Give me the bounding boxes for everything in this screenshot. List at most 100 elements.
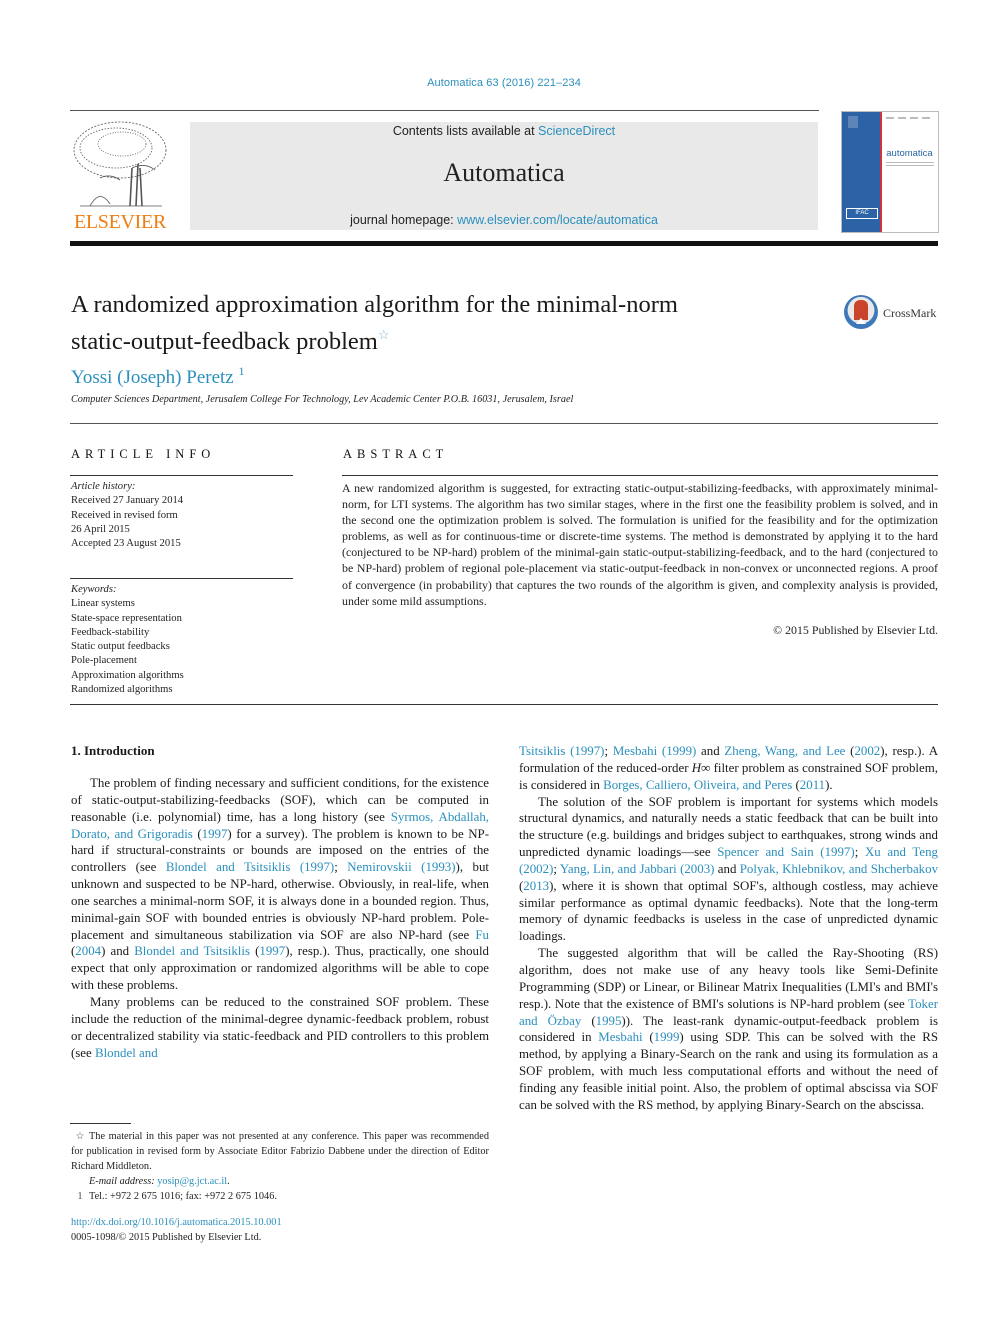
email-link[interactable]: yosip@g.jct.ac.il bbox=[157, 1176, 227, 1187]
tree-icon bbox=[73, 121, 167, 207]
text-run: ( bbox=[581, 1013, 596, 1028]
citation-link[interactable]: Mesbahi (1999) bbox=[613, 744, 697, 758]
footnote-1-mark: 1 bbox=[77, 1191, 83, 1202]
paragraph: The solution of the SOF problem is impor… bbox=[519, 794, 938, 946]
citation-link[interactable]: 2011 bbox=[800, 778, 825, 792]
author-footnote-mark[interactable]: 1 bbox=[238, 364, 244, 378]
history-item: Accepted 23 August 2015 bbox=[71, 538, 181, 550]
history-item: Received in revised form bbox=[71, 509, 178, 521]
title-footnote-star-icon[interactable]: ☆ bbox=[378, 327, 390, 342]
footnotes: ☆ The material in this paper was not pres… bbox=[71, 1129, 489, 1204]
crossmark-label: CrossMark bbox=[883, 306, 937, 320]
title-line-1: A randomized approximation algorithm for… bbox=[71, 291, 678, 318]
text-run: and bbox=[714, 861, 740, 876]
homepage-prefix: journal homepage: bbox=[350, 213, 458, 227]
abstract-heading: ABSTRACT bbox=[343, 447, 449, 461]
email-label: E-mail address: bbox=[89, 1176, 155, 1187]
footnote-1: 1 Tel.: +972 2 675 1016; fax: +972 2 675 … bbox=[71, 1189, 489, 1204]
citation-link[interactable]: 1999 bbox=[654, 1030, 680, 1044]
text-run: ( bbox=[192, 826, 202, 841]
text-run: The suggested algorithm that will be cal… bbox=[519, 946, 938, 1011]
citation-link[interactable]: Yang, Lin, and Jabbari (2003) bbox=[560, 862, 715, 876]
title-line-2: static-output-feedback problem bbox=[71, 328, 378, 355]
keyword-item: Linear systems bbox=[71, 598, 135, 610]
footnote-rule bbox=[70, 1123, 131, 1124]
text-run: and bbox=[696, 744, 725, 758]
sciencedirect-link[interactable]: ScienceDirect bbox=[538, 124, 615, 138]
journal-cover-thumbnail[interactable]: automatica IFAC bbox=[841, 111, 939, 233]
text-run: ; bbox=[334, 860, 348, 875]
keyword-item: Randomized algorithms bbox=[71, 684, 173, 696]
citation-link[interactable]: 1997 bbox=[259, 944, 285, 958]
text-run: ). bbox=[825, 777, 833, 792]
citation-link[interactable]: 1995 bbox=[596, 1014, 622, 1028]
citation-link[interactable]: 2002 bbox=[854, 744, 880, 758]
divider bbox=[70, 578, 293, 579]
citation-link[interactable]: 2013 bbox=[523, 879, 549, 893]
journal-reference-link[interactable]: Automatica 63 (2016) 221–234 bbox=[0, 77, 992, 89]
footnote-star-text: The material in this paper was not prese… bbox=[71, 1131, 489, 1172]
paragraph: The suggested algorithm that will be cal… bbox=[519, 945, 938, 1113]
journal-name: Automatica bbox=[443, 158, 565, 187]
text-run: ( bbox=[792, 777, 800, 792]
citation-link[interactable]: Blondel and Tsitsiklis (1997) bbox=[166, 860, 334, 874]
citation-link[interactable]: Polyak, Khlebnikov, and Shcherbakov bbox=[740, 862, 938, 876]
header-thick-rule bbox=[70, 241, 938, 246]
divider bbox=[70, 704, 938, 705]
abstract-text: A new randomized algorithm is suggested,… bbox=[342, 481, 938, 608]
citation-link[interactable]: Tsitsiklis (1997) bbox=[519, 744, 604, 758]
journal-homepage-link[interactable]: www.elsevier.com/locate/automatica bbox=[457, 213, 658, 227]
history-item: Received 27 January 2014 bbox=[71, 495, 184, 507]
footnote-email: E-mail address: yosip@g.jct.ac.il. bbox=[71, 1174, 489, 1189]
elsevier-wordmark: ELSEVIER bbox=[73, 211, 167, 233]
cover-red-stripe bbox=[880, 112, 882, 232]
keywords-label: Keywords: bbox=[71, 584, 117, 595]
keyword-item: Feedback-stability bbox=[71, 626, 150, 638]
citation-link[interactable]: Nemirovskii (1993) bbox=[347, 860, 455, 874]
right-column: Tsitsiklis (1997); Mesbahi (1999) and Zh… bbox=[519, 743, 938, 1114]
text-run: ( bbox=[642, 1030, 654, 1045]
crossmark-notch bbox=[856, 318, 866, 324]
left-column: The problem of finding necessary and suf… bbox=[71, 775, 489, 1061]
doi-link[interactable]: http://dx.doi.org/10.1016/j.automatica.2… bbox=[71, 1217, 282, 1228]
citation-link[interactable]: Spencer and Sain (1997) bbox=[717, 845, 854, 859]
journal-banner: Contents lists available at ScienceDirec… bbox=[190, 122, 818, 230]
text-run: ; bbox=[604, 744, 613, 758]
footnote-star: ☆ The material in this paper was not pres… bbox=[71, 1129, 489, 1174]
elsevier-logo[interactable]: ELSEVIER bbox=[70, 118, 170, 234]
email-period: . bbox=[227, 1176, 230, 1187]
author-link[interactable]: Yossi (Joseph) Peretz bbox=[71, 367, 234, 388]
contents-prefix: Contents lists available at bbox=[392, 124, 539, 138]
article-info-heading: ARTICLE INFO bbox=[71, 447, 216, 461]
author-name[interactable]: Yossi (Joseph) Peretz 1 bbox=[71, 364, 244, 389]
section-heading-introduction: 1. Introduction bbox=[71, 743, 155, 758]
citation-link[interactable]: 1997 bbox=[202, 827, 228, 841]
article-history: Article history: Received 27 January 201… bbox=[71, 480, 183, 551]
citation-link[interactable]: Zheng, Wang, and Lee bbox=[724, 744, 845, 758]
footnote-star-icon: ☆ bbox=[75, 1131, 85, 1142]
citation-link[interactable]: Blondel and Tsitsiklis bbox=[134, 944, 250, 958]
citation-link[interactable]: Borges, Calliero, Oliveira, and Peres bbox=[603, 778, 792, 792]
cover-subtitle bbox=[886, 162, 934, 168]
citation-link[interactable]: Blondel and bbox=[95, 1046, 158, 1060]
paragraph: Many problems can be reduced to the cons… bbox=[71, 994, 489, 1061]
crossmark-button[interactable]: CrossMark bbox=[844, 295, 944, 333]
header-rule bbox=[70, 110, 819, 111]
article-title: A randomized approximation algorithm for… bbox=[71, 290, 811, 357]
homepage-line: journal homepage: www.elsevier.com/locat… bbox=[190, 213, 818, 227]
text-run: ( bbox=[250, 944, 260, 959]
keyword-item: State-space representation bbox=[71, 612, 182, 624]
cover-elsevier-icon bbox=[848, 116, 858, 128]
citation-link[interactable]: Fu bbox=[475, 928, 489, 942]
math-symbol: H∞ bbox=[691, 760, 711, 775]
crossmark-ribbon-icon bbox=[854, 300, 868, 320]
citation-link[interactable]: Mesbahi bbox=[598, 1030, 642, 1044]
text-run: ), where it is shown that optimal SOF's,… bbox=[519, 878, 938, 944]
citation-link[interactable]: 2004 bbox=[75, 944, 101, 958]
issn-copyright: 0005-1098/© 2015 Published by Elsevier L… bbox=[71, 1232, 262, 1243]
text-run: ) and bbox=[101, 944, 135, 959]
divider bbox=[342, 475, 938, 476]
divider bbox=[70, 423, 938, 424]
keyword-item: Pole-placement bbox=[71, 655, 137, 667]
doi-block: http://dx.doi.org/10.1016/j.automatica.2… bbox=[71, 1215, 282, 1245]
